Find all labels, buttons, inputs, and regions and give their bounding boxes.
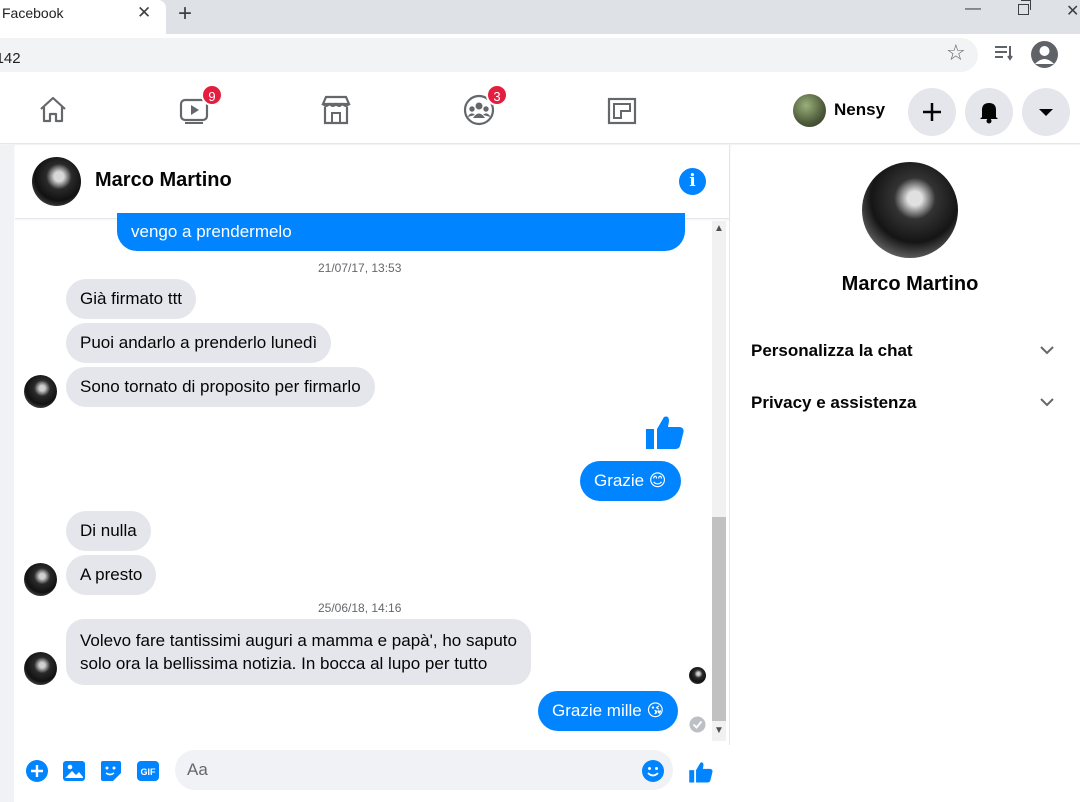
message-outgoing[interactable]: vengo a prendermelo <box>117 213 685 251</box>
notifications-button[interactable] <box>965 88 1013 136</box>
message-incoming[interactable]: Già firmato ttt <box>66 279 197 319</box>
user-name: Nensy <box>834 100 886 119</box>
gif-icon[interactable]: GIF <box>136 759 160 783</box>
row-label: Personalizza la chat <box>751 341 913 360</box>
thumbs-up-like-icon[interactable] <box>644 411 686 458</box>
svg-text:GIF: GIF <box>141 767 157 777</box>
create-button[interactable] <box>908 88 956 136</box>
message-outgoing[interactable]: Grazie mille 😘 <box>538 691 679 731</box>
message-outgoing[interactable]: Grazie 😊 <box>580 461 681 501</box>
message-incoming[interactable]: Sono tornato di proposito per firmarlo <box>66 367 375 407</box>
left-sidebar-edge <box>0 145 14 802</box>
privacy-support-row[interactable]: Privacy e assistenza <box>751 385 1071 421</box>
browser-tab[interactable]: Facebook ✕ <box>0 0 166 34</box>
reading-list-icon[interactable] <box>995 44 1017 67</box>
home-icon[interactable] <box>33 90 73 130</box>
watch-notification-badge: 9 <box>201 84 223 106</box>
thumbs-up-send-icon[interactable] <box>688 759 713 783</box>
scroll-up-arrow-icon[interactable]: ▲ <box>714 223 724 234</box>
chat-header: Marco Martino i <box>15 145 730 219</box>
sender-avatar <box>24 652 57 685</box>
browser-address-bar: 31142 ☆ <box>0 34 1080 76</box>
contact-name[interactable]: Marco Martino <box>95 169 232 192</box>
bell-icon <box>980 103 998 124</box>
delivered-check-icon <box>689 716 706 738</box>
sender-avatar <box>24 563 57 596</box>
profile-icon[interactable] <box>1031 41 1058 68</box>
browser-tab-bar: Facebook ✕ + — ✕ <box>0 0 1080 34</box>
timestamp: 25/06/18, 14:16 <box>318 601 402 615</box>
message-incoming[interactable]: Di nulla <box>66 511 151 551</box>
url-text[interactable]: 31142 <box>0 50 21 67</box>
plus-icon <box>923 103 941 121</box>
marketplace-icon[interactable] <box>316 90 356 130</box>
chevron-down-icon <box>1039 394 1055 415</box>
conversation-info-panel: Marco Martino Personalizza la chat Priva… <box>731 145 1080 802</box>
contact-profile-photo[interactable] <box>862 162 958 258</box>
row-label: Privacy e assistenza <box>751 393 917 412</box>
bookmark-star-icon[interactable]: ☆ <box>946 40 966 66</box>
groups-icon[interactable]: 3 <box>459 84 508 130</box>
tab-title: Facebook <box>2 5 64 21</box>
scroll-down-arrow-icon[interactable]: ▼ <box>714 725 724 736</box>
emoji-icon[interactable] <box>641 759 665 783</box>
chevron-down-icon <box>1039 342 1055 363</box>
watch-icon[interactable]: 9 <box>175 84 223 130</box>
message-line: solo ora la bellissima notizia. In bocca… <box>80 654 488 673</box>
chat-scrollbar-thumb[interactable] <box>712 517 726 721</box>
contact-name: Marco Martino <box>841 273 979 295</box>
message-composer: GIF <box>15 745 730 802</box>
user-avatar <box>793 94 826 127</box>
photo-icon[interactable] <box>62 759 86 783</box>
window-restore-button[interactable] <box>1018 0 1031 15</box>
timestamp: 21/07/17, 13:53 <box>318 261 402 275</box>
tab-close-icon[interactable]: ✕ <box>137 3 151 23</box>
plus-circle-icon[interactable] <box>25 759 49 783</box>
message-incoming[interactable]: Puoi andarlo a prenderlo lunedì <box>66 323 332 363</box>
seen-receipt-avatar <box>689 667 706 684</box>
message-incoming[interactable]: A presto <box>66 555 157 595</box>
omnibox[interactable]: 31142 <box>0 38 978 72</box>
sender-avatar <box>24 375 57 408</box>
facebook-top-nav: 9 3 Nensy <box>0 76 1080 144</box>
info-icon[interactable]: i <box>679 168 706 195</box>
window-minimize-button[interactable]: — <box>965 0 981 18</box>
account-menu-button[interactable] <box>1022 88 1070 136</box>
message-incoming-multiline[interactable]: Volevo fare tantissimi auguri a mamma e … <box>66 619 531 685</box>
groups-notification-badge: 3 <box>486 84 508 106</box>
sticker-icon[interactable] <box>99 759 123 783</box>
message-input[interactable] <box>175 750 673 790</box>
customize-chat-row[interactable]: Personalizza la chat <box>751 333 1071 369</box>
contact-avatar[interactable] <box>32 157 81 206</box>
gaming-icon[interactable] <box>602 90 642 130</box>
message-line: Volevo fare tantissimi auguri a mamma e … <box>80 631 517 650</box>
chat-panel: Marco Martino i vengo a prendermelo 21/0… <box>15 145 730 802</box>
new-tab-button[interactable]: + <box>178 0 192 28</box>
caret-down-icon <box>1039 109 1053 116</box>
window-close-button[interactable]: ✕ <box>1066 1 1079 21</box>
